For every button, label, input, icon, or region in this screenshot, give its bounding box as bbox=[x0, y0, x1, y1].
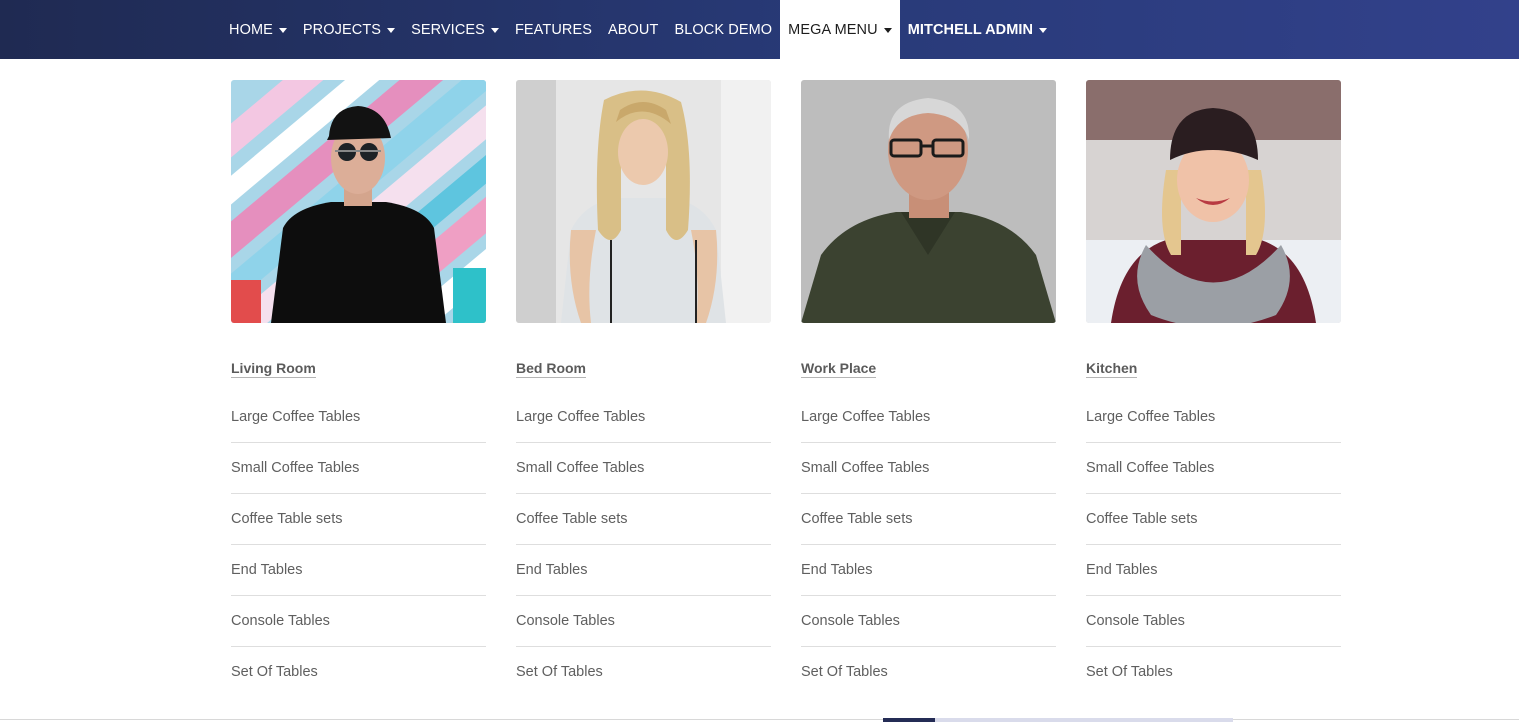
chevron-down-icon bbox=[387, 27, 396, 33]
menu-link[interactable]: Small Coffee Tables bbox=[516, 443, 771, 494]
category-links: Large Coffee Tables Small Coffee Tables … bbox=[801, 392, 1056, 697]
chevron-down-icon bbox=[883, 27, 892, 33]
person-photo[interactable] bbox=[801, 80, 1056, 323]
menu-link[interactable]: Set Of Tables bbox=[516, 647, 771, 697]
category-links: Large Coffee Tables Small Coffee Tables … bbox=[516, 392, 771, 697]
menu-link[interactable]: End Tables bbox=[231, 545, 486, 596]
chevron-down-icon bbox=[490, 27, 499, 33]
menu-link[interactable]: Set Of Tables bbox=[1086, 647, 1341, 697]
menu-link[interactable]: Large Coffee Tables bbox=[516, 392, 771, 443]
category-links: Large Coffee Tables Small Coffee Tables … bbox=[231, 392, 486, 697]
menu-link[interactable]: Small Coffee Tables bbox=[1086, 443, 1341, 494]
chevron-down-icon bbox=[1039, 27, 1048, 33]
nav-menu: HOME PROJECTS SERVICES FEATURES ABOUT BL… bbox=[221, 0, 1055, 59]
person-photo[interactable] bbox=[1086, 80, 1341, 323]
category-title[interactable]: Work Place bbox=[801, 360, 877, 378]
nav-item-block-demo[interactable]: BLOCK DEMO bbox=[666, 0, 780, 59]
chevron-down-icon bbox=[278, 27, 287, 33]
background-section-edge bbox=[883, 718, 1233, 722]
menu-link[interactable]: Coffee Table sets bbox=[516, 494, 771, 545]
nav-item-label: PROJECTS bbox=[302, 21, 382, 38]
mega-menu-column: Bed Room Large Coffee Tables Small Coffe… bbox=[516, 80, 771, 680]
nav-item-about[interactable]: ABOUT bbox=[600, 0, 666, 59]
top-navbar: HOME PROJECTS SERVICES FEATURES ABOUT BL… bbox=[0, 0, 1519, 59]
mega-menu-column: Kitchen Large Coffee Tables Small Coffee… bbox=[1086, 80, 1341, 680]
menu-link[interactable]: Coffee Table sets bbox=[231, 494, 486, 545]
nav-item-label: MITCHELL ADMIN bbox=[907, 21, 1034, 38]
category-title[interactable]: Living Room bbox=[231, 360, 316, 378]
mega-menu-dropdown: Living Room Large Coffee Tables Small Co… bbox=[0, 59, 1519, 722]
menu-link[interactable]: Console Tables bbox=[516, 596, 771, 647]
nav-item-mega-menu[interactable]: MEGA MENU bbox=[780, 0, 900, 59]
nav-item-label: BLOCK DEMO bbox=[674, 21, 773, 38]
nav-item-label: FEATURES bbox=[514, 21, 593, 38]
menu-link[interactable]: Coffee Table sets bbox=[1086, 494, 1341, 545]
nav-item-label: ABOUT bbox=[608, 21, 659, 38]
nav-item-label: HOME bbox=[229, 21, 273, 38]
menu-link[interactable]: Small Coffee Tables bbox=[231, 443, 486, 494]
mega-menu-column: Work Place Large Coffee Tables Small Cof… bbox=[801, 80, 1056, 680]
menu-link[interactable]: End Tables bbox=[516, 545, 771, 596]
menu-link[interactable]: Set Of Tables bbox=[231, 647, 486, 697]
menu-link[interactable]: Large Coffee Tables bbox=[801, 392, 1056, 443]
category-title[interactable]: Bed Room bbox=[516, 360, 586, 378]
menu-link[interactable]: Set Of Tables bbox=[801, 647, 1056, 697]
category-title[interactable]: Kitchen bbox=[1086, 360, 1138, 378]
nav-item-user-account[interactable]: MITCHELL ADMIN bbox=[900, 0, 1055, 59]
menu-link[interactable]: Large Coffee Tables bbox=[231, 392, 486, 443]
menu-link[interactable]: Console Tables bbox=[1086, 596, 1341, 647]
menu-link[interactable]: Console Tables bbox=[801, 596, 1056, 647]
page-divider bbox=[0, 719, 1519, 720]
person-photo[interactable] bbox=[231, 80, 486, 323]
menu-link[interactable]: Small Coffee Tables bbox=[801, 443, 1056, 494]
person-photo[interactable] bbox=[516, 80, 771, 323]
nav-item-services[interactable]: SERVICES bbox=[403, 0, 507, 59]
category-links: Large Coffee Tables Small Coffee Tables … bbox=[1086, 392, 1341, 697]
nav-item-label: MEGA MENU bbox=[788, 21, 878, 38]
menu-link[interactable]: End Tables bbox=[1086, 545, 1341, 596]
menu-link[interactable]: Coffee Table sets bbox=[801, 494, 1056, 545]
menu-link[interactable]: End Tables bbox=[801, 545, 1056, 596]
mega-menu-column: Living Room Large Coffee Tables Small Co… bbox=[231, 80, 486, 680]
nav-item-label: SERVICES bbox=[411, 21, 485, 38]
nav-item-features[interactable]: FEATURES bbox=[507, 0, 600, 59]
nav-item-home[interactable]: HOME bbox=[221, 0, 295, 59]
nav-item-projects[interactable]: PROJECTS bbox=[295, 0, 403, 59]
menu-link[interactable]: Console Tables bbox=[231, 596, 486, 647]
menu-link[interactable]: Large Coffee Tables bbox=[1086, 392, 1341, 443]
